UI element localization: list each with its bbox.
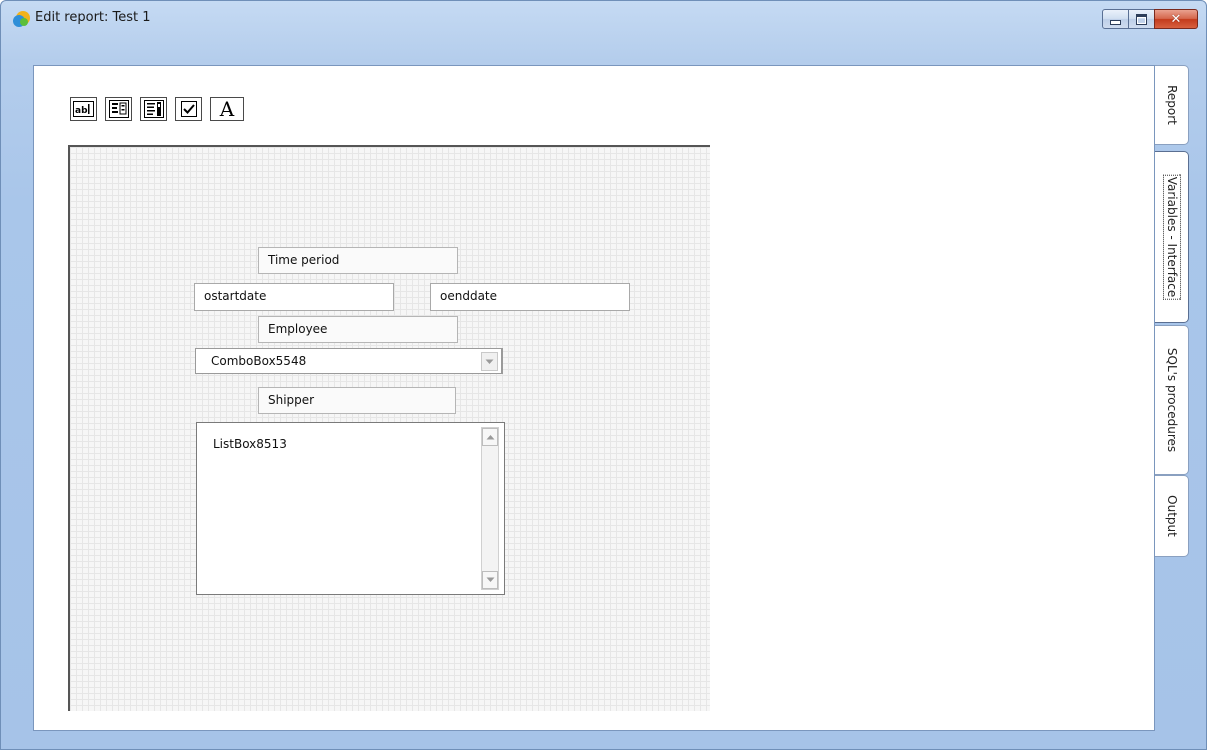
maximize-icon	[1136, 13, 1147, 25]
employee-combobox-text: ComboBox5548	[211, 354, 307, 368]
checkbox-icon	[180, 101, 197, 117]
tab-output[interactable]: Output	[1155, 475, 1189, 557]
close-button[interactable]: ✕	[1154, 9, 1198, 29]
scroll-down-button[interactable]	[482, 571, 498, 589]
textbox-icon: ab	[73, 101, 94, 117]
textbox-tool-button[interactable]: ab	[70, 97, 97, 121]
editor-panel: ab A Time period ostartdate oenddate Emp…	[33, 65, 1155, 731]
design-canvas[interactable]: Time period ostartdate oenddate Employee…	[68, 145, 710, 711]
time-period-label-text: Time period	[268, 253, 340, 267]
time-period-label[interactable]: Time period	[258, 247, 458, 274]
chevron-down-icon	[485, 359, 494, 364]
shipper-label-text: Shipper	[268, 393, 315, 407]
svg-text:ab: ab	[75, 106, 88, 116]
chevron-down-icon	[486, 577, 494, 582]
maximize-button[interactable]	[1128, 9, 1155, 29]
tab-report-label: Report	[1164, 85, 1179, 125]
window-title: Edit report: Test 1	[35, 10, 151, 25]
employee-label-text: Employee	[268, 322, 328, 336]
control-toolbar: ab A	[70, 97, 244, 123]
tab-output-label: Output	[1164, 495, 1179, 537]
combobox-dropdown-button[interactable]	[481, 352, 498, 371]
start-date-field[interactable]: ostartdate	[194, 283, 394, 311]
tab-sqls-procedures[interactable]: SQL's procedures	[1155, 325, 1189, 475]
end-date-field-text: oenddate	[440, 289, 498, 303]
listbox-icon	[143, 100, 164, 118]
close-icon: ✕	[1170, 11, 1182, 27]
shipper-listbox[interactable]: ListBox8513	[196, 422, 505, 595]
shipper-label[interactable]: Shipper	[258, 387, 456, 414]
minimize-icon	[1110, 20, 1121, 25]
minimize-button[interactable]	[1102, 9, 1129, 29]
tab-variables-interface-label: Variables - Interface	[1164, 159, 1179, 315]
employee-label[interactable]: Employee	[258, 316, 458, 343]
label-icon: A	[219, 97, 235, 121]
window-controls: ✕	[1102, 9, 1198, 31]
start-date-field-text: ostartdate	[204, 289, 267, 303]
tab-report[interactable]: Report	[1155, 65, 1189, 145]
title-bar[interactable]: Edit report: Test 1 ✕	[1, 1, 1206, 37]
app-icon	[13, 11, 30, 27]
report-editor-window: Edit report: Test 1 ✕ ab A Time period o…	[0, 0, 1207, 750]
tab-variables-interface[interactable]: Variables - Interface	[1155, 151, 1189, 323]
checkbox-tool-button[interactable]	[175, 97, 202, 121]
listbox-scrollbar[interactable]	[481, 427, 499, 590]
tab-sqls-procedures-label: SQL's procedures	[1164, 347, 1179, 453]
shipper-listbox-text: ListBox8513	[213, 437, 287, 451]
scroll-up-button[interactable]	[482, 428, 498, 446]
listbox-tool-button[interactable]	[140, 97, 167, 121]
combobox-tool-button[interactable]	[105, 97, 132, 121]
combobox-icon	[108, 100, 129, 118]
end-date-field[interactable]: oenddate	[430, 283, 630, 311]
label-tool-button[interactable]: A	[210, 97, 244, 121]
employee-combobox[interactable]: ComboBox5548	[195, 348, 503, 374]
chevron-up-icon	[486, 435, 494, 440]
